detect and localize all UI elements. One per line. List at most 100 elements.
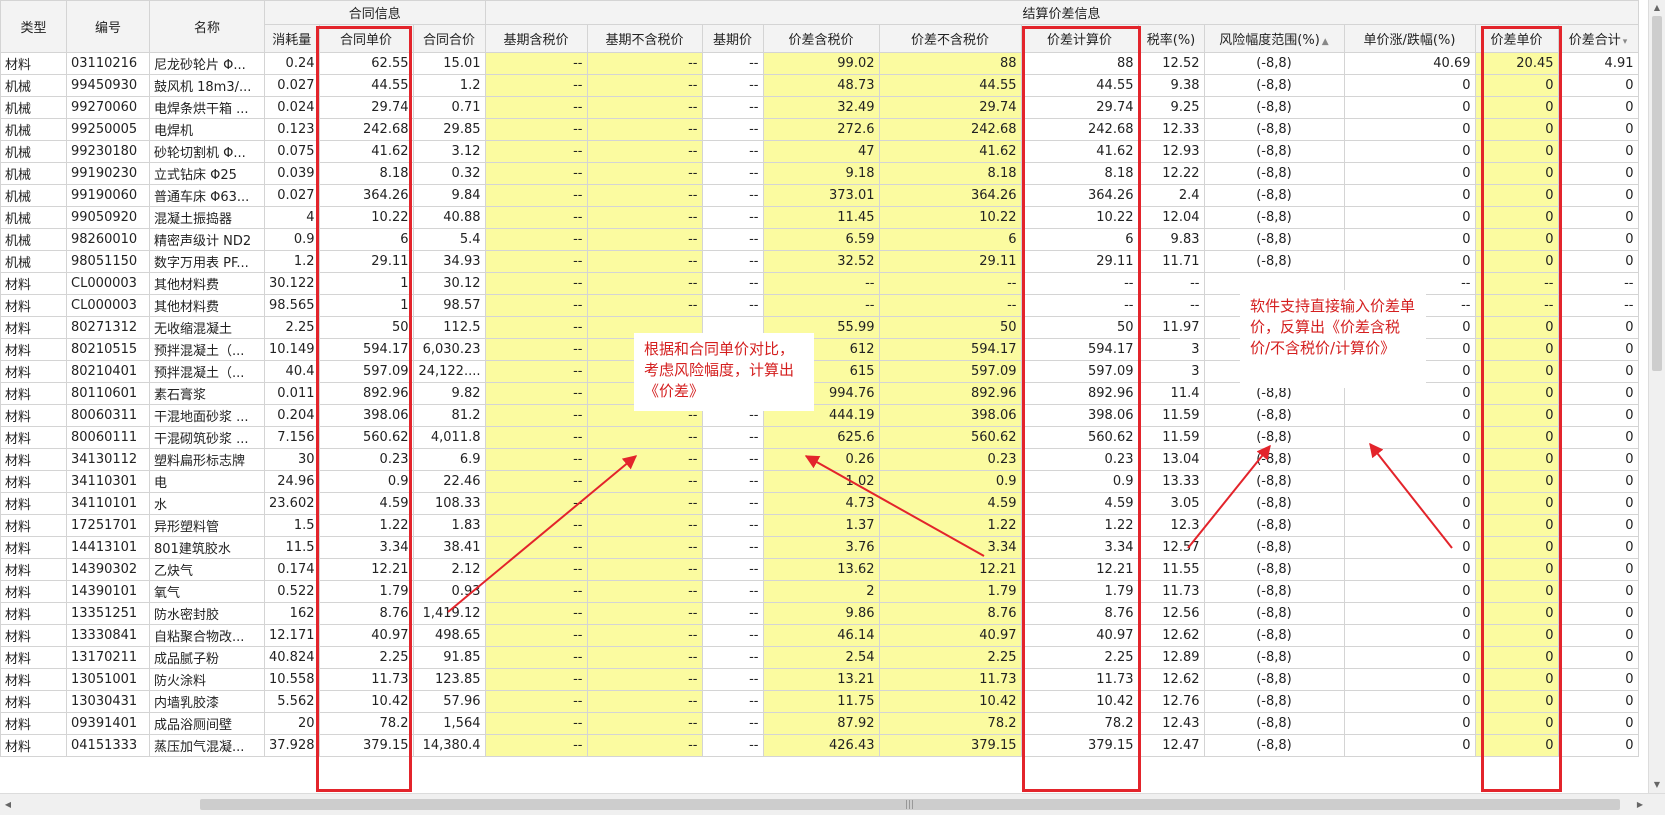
cell-0[interactable]: 机械	[0, 250, 67, 273]
cell-12[interactable]: 11.59	[1137, 404, 1205, 427]
cell-0[interactable]: 材料	[0, 602, 67, 625]
cell-7[interactable]: --	[586, 690, 703, 713]
cell-4[interactable]: 0.9	[318, 470, 414, 493]
table-row[interactable]: 材料 13170211 成品腻子粉 40.824 2.25 91.85 -- -- -- 2.54…	[0, 646, 1639, 669]
cell-4[interactable]: 29.74	[318, 96, 414, 119]
cell-2[interactable]: 尼龙砂轮片 Φ...	[149, 52, 265, 75]
cell-4[interactable]: 364.26	[318, 184, 414, 207]
table-row[interactable]: 机械 98051150 数字万用表 PF... 1.2 29.11 34.93 -- -- --…	[0, 250, 1639, 273]
cell-7[interactable]: --	[586, 470, 703, 493]
cell-7[interactable]: --	[586, 624, 703, 647]
cell-1[interactable]: 04151333	[66, 734, 150, 757]
cell-6[interactable]: --	[484, 712, 588, 735]
cell-3[interactable]: 5.562	[264, 690, 320, 713]
table-row[interactable]: 机械 99050920 混凝土振捣器 4 10.22 40.88 -- -- -- 11.45 10…	[0, 206, 1639, 229]
cell-10[interactable]: 10.22	[878, 206, 1022, 229]
cell-2[interactable]: 801建筑胶水	[149, 536, 265, 559]
cell-13[interactable]: (-8,8)	[1203, 96, 1345, 119]
cell-5[interactable]: 4,011.8	[412, 426, 486, 449]
cell-1[interactable]: 99270060	[66, 96, 150, 119]
cell-16[interactable]: 0	[1557, 404, 1639, 427]
cell-12[interactable]: 12.43	[1137, 712, 1205, 735]
cell-4[interactable]: 1.79	[318, 580, 414, 603]
cell-3[interactable]: 162	[264, 602, 320, 625]
cell-11[interactable]: 0.23	[1020, 448, 1139, 471]
cell-5[interactable]: 6,030.23	[412, 338, 486, 361]
cell-0[interactable]: 材料	[0, 712, 67, 735]
cell-13[interactable]: (-8,8)	[1203, 448, 1345, 471]
cell-11[interactable]: 40.97	[1020, 624, 1139, 647]
cell-5[interactable]: 1.83	[412, 514, 486, 537]
cell-9[interactable]: 2	[762, 580, 880, 603]
cell-1[interactable]: 03110216	[66, 52, 150, 75]
cell-3[interactable]: 11.5	[264, 536, 320, 559]
cell-3[interactable]: 0.9	[264, 228, 320, 251]
cell-3[interactable]: 1.5	[264, 514, 320, 537]
cell-12[interactable]: 11.73	[1137, 580, 1205, 603]
cell-8[interactable]: --	[701, 74, 764, 97]
cell-3[interactable]: 12.171	[264, 624, 320, 647]
cell-12[interactable]: 9.83	[1137, 228, 1205, 251]
cell-6[interactable]: --	[484, 228, 588, 251]
cell-4[interactable]: 44.55	[318, 74, 414, 97]
cell-14[interactable]: 0	[1343, 448, 1476, 471]
cell-8[interactable]: --	[701, 426, 764, 449]
cell-8[interactable]: --	[701, 668, 764, 691]
cell-8[interactable]: --	[701, 492, 764, 515]
cell-10[interactable]: 0.9	[878, 470, 1022, 493]
cell-2[interactable]: 乙炔气	[149, 558, 265, 581]
cell-5[interactable]: 22.46	[412, 470, 486, 493]
cell-5[interactable]: 1,419.12	[412, 602, 486, 625]
cell-12[interactable]: 3.05	[1137, 492, 1205, 515]
cell-0[interactable]: 机械	[0, 228, 67, 251]
cell-7[interactable]: --	[586, 492, 703, 515]
cell-2[interactable]: 鼓风机 18m3/...	[149, 74, 265, 97]
header-base-tax-incl[interactable]: 基期含税价	[484, 24, 588, 53]
header-consumption[interactable]: 消耗量	[264, 24, 320, 53]
cell-2[interactable]: 电	[149, 470, 265, 493]
cell-15[interactable]: 20.45	[1474, 52, 1559, 75]
cell-15[interactable]: 0	[1474, 118, 1559, 141]
cell-12[interactable]: 12.22	[1137, 162, 1205, 185]
cell-6[interactable]: --	[484, 602, 588, 625]
cell-15[interactable]: 0	[1474, 514, 1559, 537]
cell-16[interactable]: 0	[1557, 382, 1639, 405]
cell-8[interactable]: --	[701, 690, 764, 713]
sort-asc-icon[interactable]: ▲	[1322, 37, 1329, 47]
cell-1[interactable]: 98260010	[66, 228, 150, 251]
cell-13[interactable]: (-8,8)	[1203, 646, 1345, 669]
cell-2[interactable]: 其他材料费	[149, 272, 265, 295]
cell-14[interactable]: 0	[1343, 602, 1476, 625]
cell-7[interactable]: --	[586, 118, 703, 141]
cell-15[interactable]: 0	[1474, 404, 1559, 427]
cell-0[interactable]: 材料	[0, 52, 67, 75]
cell-10[interactable]: 594.17	[878, 338, 1022, 361]
cell-2[interactable]: 内墙乳胶漆	[149, 690, 265, 713]
cell-5[interactable]: 6.9	[412, 448, 486, 471]
header-base-tax-excl[interactable]: 基期不含税价	[586, 24, 703, 53]
cell-7[interactable]: --	[586, 294, 703, 317]
cell-5[interactable]: 5.4	[412, 228, 486, 251]
cell-4[interactable]: 398.06	[318, 404, 414, 427]
cell-3[interactable]: 30.122	[264, 272, 320, 295]
cell-8[interactable]: --	[701, 184, 764, 207]
horizontal-scrollbar[interactable]: ◀ ||| ▶	[0, 793, 1665, 815]
cell-10[interactable]: 44.55	[878, 74, 1022, 97]
cell-0[interactable]: 机械	[0, 206, 67, 229]
cell-1[interactable]: 14390302	[66, 558, 150, 581]
cell-9[interactable]: 3.76	[762, 536, 880, 559]
cell-1[interactable]: 13351251	[66, 602, 150, 625]
cell-2[interactable]: 预拌混凝土（...	[149, 338, 265, 361]
cell-6[interactable]: --	[484, 162, 588, 185]
cell-1[interactable]: 80271312	[66, 316, 150, 339]
cell-11[interactable]: 10.42	[1020, 690, 1139, 713]
cell-5[interactable]: 123.85	[412, 668, 486, 691]
cell-16[interactable]: --	[1557, 294, 1639, 317]
cell-8[interactable]: --	[701, 712, 764, 735]
cell-10[interactable]: --	[878, 294, 1022, 317]
cell-6[interactable]: --	[484, 140, 588, 163]
cell-10[interactable]: 892.96	[878, 382, 1022, 405]
cell-15[interactable]: 0	[1474, 74, 1559, 97]
cell-16[interactable]: 0	[1557, 118, 1639, 141]
cell-15[interactable]: 0	[1474, 250, 1559, 273]
